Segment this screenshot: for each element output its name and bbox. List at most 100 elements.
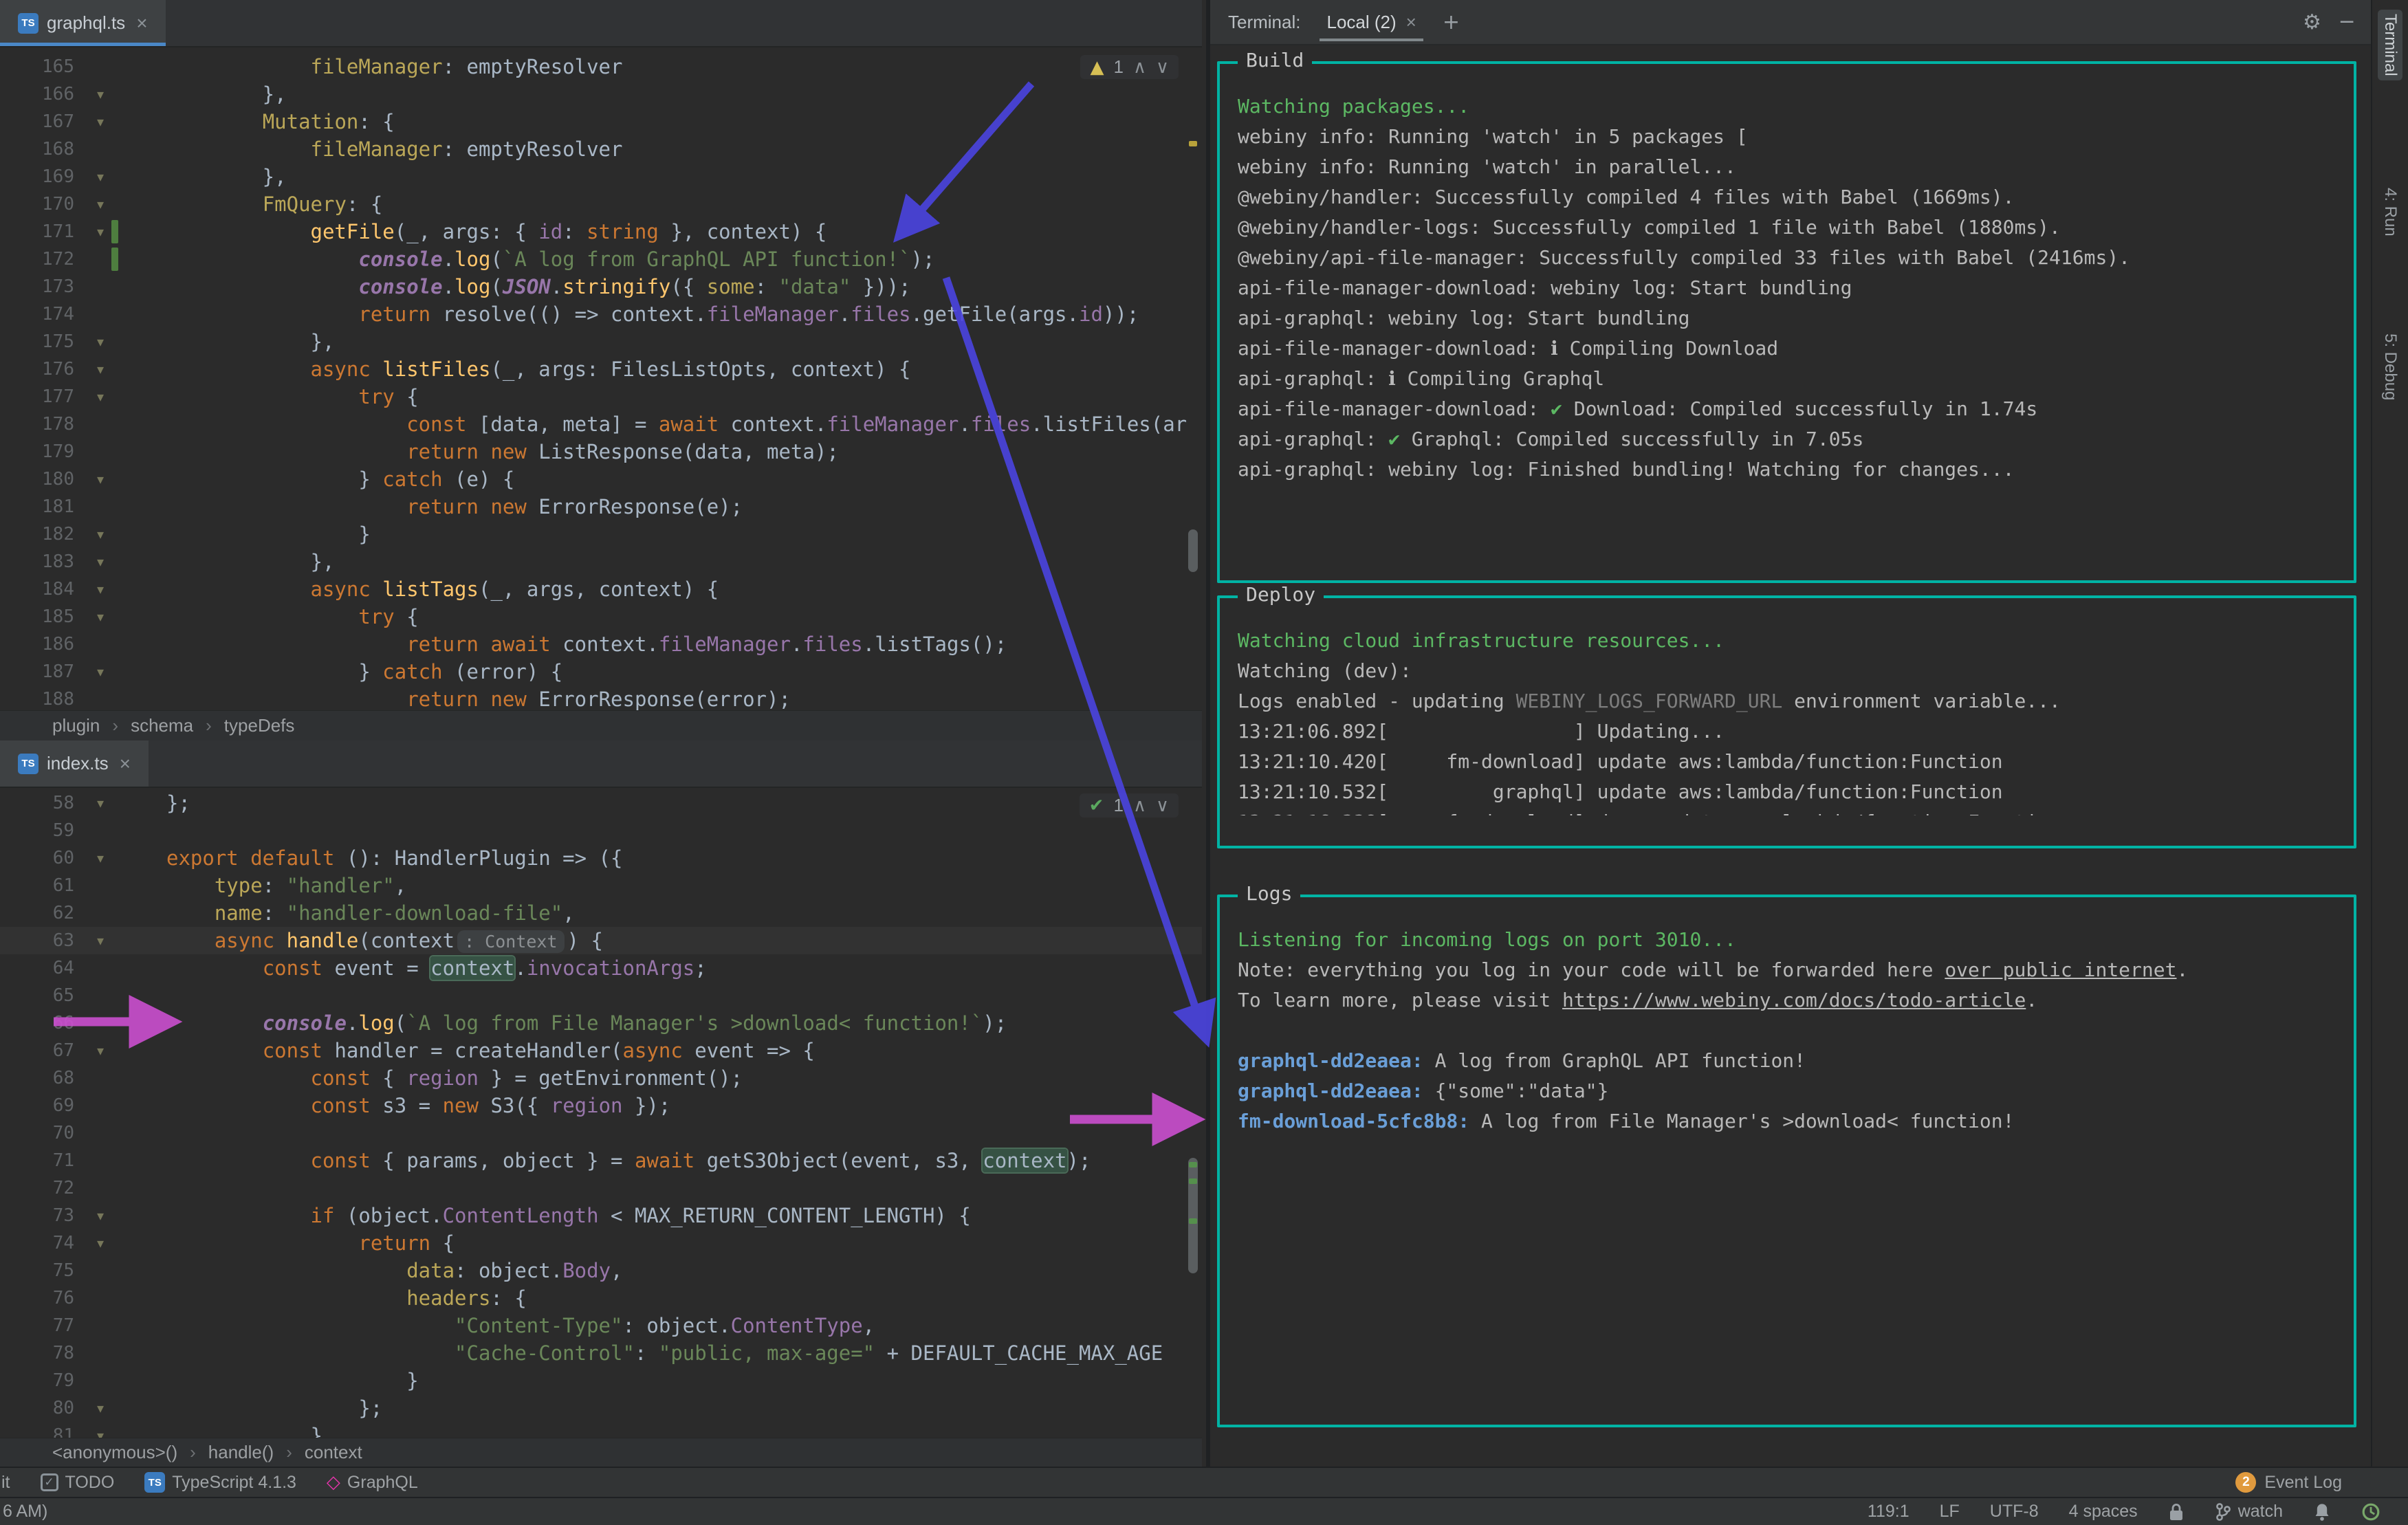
next-problem-icon[interactable]: ∨ [1156,795,1169,816]
build-log-output[interactable]: Watching packages... webiny info: Running… [1220,64,2354,550]
line-number[interactable]: 178 [0,410,80,438]
line-number[interactable]: 183 [0,548,80,575]
scrollbar-change-mark[interactable] [1189,1178,1197,1184]
line-number[interactable]: 182 [0,520,80,548]
hide-terminal-icon[interactable]: ─ [2341,10,2353,34]
code-line-173[interactable]: 173 console.log(JSON.stringify({ some: "… [0,273,1202,300]
fold-marker-icon[interactable]: ▾ [80,108,121,135]
line-number[interactable]: 65 [0,982,80,1009]
line-number[interactable]: 70 [0,1119,80,1147]
line-number[interactable]: 169 [0,163,80,190]
code-editor-index[interactable]: 58 ▾}; 59 60 ▾ export default (): HandlerPlug… [0,787,1202,1440]
line-number[interactable]: 79 [0,1367,80,1394]
tool-button-graphql[interactable]: ◇ GraphQL [327,1472,418,1493]
code-line-182[interactable]: 182 ▾ } [0,520,1202,548]
logs-log-output[interactable]: Listening for incoming logs on port 3010… [1220,897,2354,1394]
line-number[interactable]: 180 [0,465,80,493]
fold-marker-icon[interactable]: ▾ [80,218,121,245]
new-terminal-session-icon[interactable]: + [1443,10,1460,34]
line-number[interactable]: 171 [0,218,80,245]
code-line-171[interactable]: 171 ▾ getFile(_, args: { id: string }, co… [0,218,1202,245]
code-line-65[interactable]: 65 [0,982,1202,1009]
next-problem-icon[interactable]: ∨ [1156,56,1169,78]
line-number[interactable]: 185 [0,603,80,630]
caret-position[interactable]: 119:1 [1868,1502,1909,1522]
scrollbar-thumb[interactable] [1188,529,1198,572]
terminal-tab-local[interactable]: Local (2) × [1320,3,1423,41]
code-line-178[interactable]: 178 const [data, meta] = await context.f… [0,410,1202,438]
line-number[interactable]: 80 [0,1394,80,1422]
code-line-184[interactable]: 184 ▾ async listTags(_, args, context) { [0,575,1202,603]
line-number[interactable]: 58 [0,789,80,817]
line-number[interactable]: 179 [0,438,80,465]
code-line-74[interactable]: 74 ▾ return { [0,1229,1202,1257]
fold-marker-icon[interactable]: ▾ [80,520,121,548]
event-log-button[interactable]: 2 Event Log [2235,1472,2342,1493]
tool-stripe-button-terminal[interactable]: Terminal [2378,10,2402,80]
fold-marker-icon[interactable]: ▾ [80,603,121,630]
line-number[interactable]: 184 [0,575,80,603]
deploy-log-output[interactable]: Watching cloud infrastructure resources.… [1220,598,2354,815]
breadcrumb-item[interactable]: context [305,1442,362,1463]
code-line-187[interactable]: 187 ▾ } catch (error) { [0,658,1202,685]
notifications-bell-icon[interactable] [2313,1502,2331,1522]
close-tab-icon[interactable]: × [136,12,147,34]
tool-button-typescript[interactable]: TS TypeScript 4.1.3 [144,1472,296,1493]
fold-marker-icon[interactable]: ▾ [80,927,121,954]
line-number[interactable]: 186 [0,630,80,658]
code-line-73[interactable]: 73 ▾ if (object.ContentLength < MAX_RETUR… [0,1202,1202,1229]
breadcrumb-item[interactable]: handle() [208,1442,274,1463]
line-separator[interactable]: LF [1940,1502,1960,1522]
tool-stripe-button-5-debug[interactable]: 5: Debug [2378,329,2402,404]
line-number[interactable]: 74 [0,1229,80,1257]
code-line-168[interactable]: 168 fileManager: emptyResolver [0,135,1202,163]
indent-setting[interactable]: 4 spaces [2069,1502,2138,1522]
code-line-61[interactable]: 61 type: "handler", [0,872,1202,899]
fold-marker-icon[interactable]: ▾ [80,789,121,817]
line-number[interactable]: 61 [0,872,80,899]
line-number[interactable]: 174 [0,300,80,328]
inspections-widget-top[interactable]: ▲ 1 ∧ ∨ [1080,55,1179,79]
code-line-174[interactable]: 174 return resolve(() => context.fileMan… [0,300,1202,328]
code-line-179[interactable]: 179 return new ListResponse(data, meta); [0,438,1202,465]
line-number[interactable]: 167 [0,108,80,135]
scrollbar-thumb[interactable] [1188,1158,1198,1273]
code-line-63[interactable]: 63 ▾ async handle(context: Context) { [0,927,1202,954]
tool-stripe-button-4-run[interactable]: 4: Run [2378,184,2402,241]
fold-marker-icon[interactable]: ▾ [80,548,121,575]
line-number[interactable]: 181 [0,493,80,520]
code-line-64[interactable]: 64 const event = context.invocationArgs; [0,954,1202,982]
code-line-177[interactable]: 177 ▾ try { [0,383,1202,410]
close-tab-icon[interactable]: × [120,753,131,775]
fold-marker-icon[interactable]: ▾ [80,80,121,108]
line-number[interactable]: 71 [0,1147,80,1174]
breadcrumb-item[interactable]: typeDefs [224,715,295,736]
code-line-59[interactable]: 59 [0,817,1202,844]
line-number[interactable]: 175 [0,328,80,355]
git-branch-widget[interactable]: watch [2215,1502,2283,1522]
code-line-58[interactable]: 58 ▾}; [0,789,1202,817]
line-number[interactable]: 62 [0,899,80,927]
line-number[interactable]: 173 [0,273,80,300]
fold-marker-icon[interactable]: ▾ [80,844,121,872]
fold-marker-icon[interactable]: ▾ [80,355,121,383]
code-line-167[interactable]: 167 ▾ Mutation: { [0,108,1202,135]
code-line-71[interactable]: 71 const { params, object } = await getS… [0,1147,1202,1174]
background-tasks-icon[interactable] [2361,1502,2380,1522]
code-line-180[interactable]: 180 ▾ } catch (e) { [0,465,1202,493]
line-number[interactable]: 67 [0,1037,80,1064]
scrollbar-warning-mark[interactable] [1189,141,1197,146]
code-line-166[interactable]: 166 ▾ }, [0,80,1202,108]
code-line-62[interactable]: 62 name: "handler-download-file", [0,899,1202,927]
scrollbar-change-mark[interactable] [1189,1218,1197,1224]
code-line-188[interactable]: 188 return new ErrorResponse(error); [0,685,1202,713]
line-number[interactable]: 166 [0,80,80,108]
code-line-175[interactable]: 175 ▾ }, [0,328,1202,355]
line-number[interactable]: 59 [0,817,80,844]
fold-marker-icon[interactable]: ▾ [80,1202,121,1229]
code-line-72[interactable]: 72 [0,1174,1202,1202]
breadcrumb-item[interactable]: schema [131,715,193,736]
line-number[interactable]: 188 [0,685,80,713]
code-line-60[interactable]: 60 ▾ export default (): HandlerPlugin => (… [0,844,1202,872]
code-line-79[interactable]: 79 } [0,1367,1202,1394]
